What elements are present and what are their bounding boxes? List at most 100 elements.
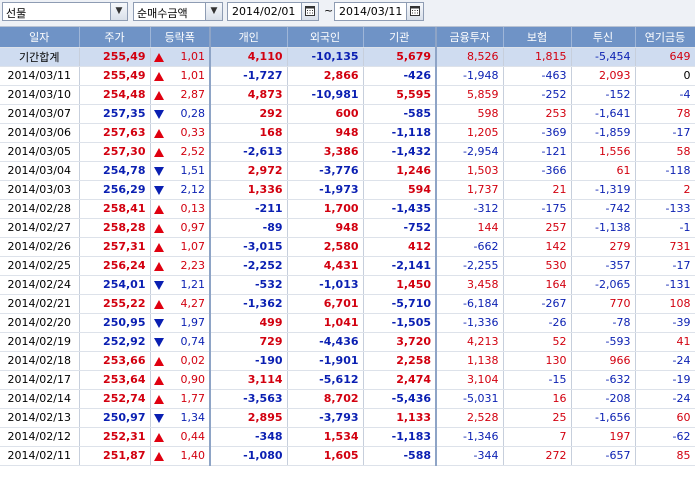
change-value: 1,07 <box>180 240 206 253</box>
change-value: 0,90 <box>180 373 206 386</box>
cell-price: 258,41 <box>79 199 151 219</box>
col-header-financial-investment[interactable]: 금융투자 <box>436 27 504 48</box>
cell-insurance: -252 <box>503 85 572 105</box>
table-row[interactable]: 2014/02/26 257,31 1,07 -3,015 2,580 412 -662 14… <box>0 237 695 257</box>
date-to-field[interactable]: 2014/03/11 <box>334 2 424 21</box>
date-from-field[interactable]: 2014/02/01 <box>227 2 319 21</box>
col-header-individual[interactable]: 개인 <box>210 27 288 48</box>
table-row[interactable]: 2014/02/12 252,31 0,44 -348 1,534 -1,183 -1,34… <box>0 427 695 447</box>
col-header-insurance[interactable]: 보험 <box>503 27 572 48</box>
down-triangle-icon <box>153 337 164 347</box>
col-header-foreign[interactable]: 외국인 <box>287 27 364 48</box>
table-row[interactable]: 2014/03/10 254,48 2,87 4,873 -10,981 5,595 5,8… <box>0 85 695 105</box>
cell-price: 250,95 <box>79 313 151 333</box>
metric-select[interactable]: 순매수금액 ▼ <box>133 2 223 21</box>
cell-change: 0,44 <box>150 427 211 447</box>
chevron-down-icon[interactable]: ▼ <box>110 3 127 20</box>
col-header-change[interactable]: 등락폭 <box>150 27 211 48</box>
down-triangle-icon <box>153 185 164 195</box>
cell-insurance: 530 <box>503 256 572 276</box>
cell-trust: -78 <box>571 313 636 333</box>
col-header-price[interactable]: 주가 <box>79 27 151 48</box>
calendar-icon[interactable] <box>301 3 318 20</box>
cell-trust: 2,093 <box>571 66 636 86</box>
cell-institution: -2,141 <box>363 256 437 276</box>
cell-date: 기간합계 <box>0 47 80 67</box>
table-row[interactable]: 2014/02/20 250,95 1,97 499 1,041 -1,505 -1,336… <box>0 313 695 333</box>
change-value: 2,23 <box>180 259 206 272</box>
cell-insurance: -267 <box>503 294 572 314</box>
table-row[interactable]: 2014/02/28 258,41 0,13 -211 1,700 -1,435 -312-… <box>0 199 695 219</box>
date-range-separator: ~ <box>324 4 334 17</box>
cell-foreign: 4,431 <box>287 256 364 276</box>
cell-price: 253,66 <box>79 351 151 371</box>
cell-financial-investment: -662 <box>436 237 504 257</box>
market-select[interactable]: 선물 ▼ <box>2 2 128 21</box>
cell-change: 0,02 <box>150 351 211 371</box>
cell-date: 2014/02/13 <box>0 408 80 428</box>
up-triangle-icon <box>153 356 164 366</box>
change-value: 0,13 <box>180 202 206 215</box>
table-row[interactable]: 2014/03/04 254,78 1,51 2,972 -3,776 1,246 1,50… <box>0 161 695 181</box>
table-row[interactable]: 2014/02/21 255,22 4,27 -1,362 6,701 -5,710 -6,… <box>0 294 695 314</box>
table-row[interactable]: 2014/02/24 254,01 1,21 -532 -1,013 1,450 3,458… <box>0 275 695 295</box>
cell-financial-investment: -344 <box>436 446 504 466</box>
table-row[interactable]: 2014/02/11 251,87 1,40 -1,080 1,605 -588 -344 2… <box>0 446 695 466</box>
cell-financial-investment: 8,526 <box>436 47 504 67</box>
down-triangle-icon <box>153 413 164 423</box>
table-row[interactable]: 2014/02/17 253,64 0,90 3,114 -5,612 2,474 3,10… <box>0 370 695 390</box>
table-row[interactable]: 2014/03/03 256,29 2,12 1,336 -1,973 594 1,737 2… <box>0 180 695 200</box>
table-row[interactable]: 2014/02/18 253,66 0,02 -190 -1,901 2,258 1,138… <box>0 351 695 371</box>
cell-insurance: 253 <box>503 104 572 124</box>
table-row[interactable]: 2014/02/13 250,97 1,34 2,895 -3,793 1,133 2,52… <box>0 408 695 428</box>
col-header-trust[interactable]: 투신 <box>571 27 636 48</box>
cell-financial-investment: 3,458 <box>436 275 504 295</box>
table-row[interactable]: 2014/03/05 257,30 2,52 -2,613 3,386 -1,432 -2,… <box>0 142 695 162</box>
cell-foreign: 3,386 <box>287 142 364 162</box>
cell-price: 255,49 <box>79 47 151 67</box>
cell-price: 254,01 <box>79 275 151 295</box>
table-row[interactable]: 2014/02/19 252,92 0,74 729 -4,436 3,720 4,213 5… <box>0 332 695 352</box>
cell-date: 2014/02/21 <box>0 294 80 314</box>
cell-financial-investment: -1,948 <box>436 66 504 86</box>
cell-date: 2014/02/28 <box>0 199 80 219</box>
cell-price: 257,35 <box>79 104 151 124</box>
cell-insurance: 52 <box>503 332 572 352</box>
change-value: 0,97 <box>180 221 206 234</box>
cell-insurance: 1,815 <box>503 47 572 67</box>
cell-pension: -133 <box>635 199 695 219</box>
cell-financial-investment: 598 <box>436 104 504 124</box>
col-header-pension[interactable]: 연기금등 <box>635 27 695 48</box>
cell-foreign: -10,981 <box>287 85 364 105</box>
cell-institution: 594 <box>363 180 437 200</box>
table-row[interactable]: 2014/03/06 257,63 0,33 168 948 -1,118 1,205 -36… <box>0 123 695 143</box>
cell-institution: 1,246 <box>363 161 437 181</box>
cell-institution: 2,258 <box>363 351 437 371</box>
cell-individual: -1,727 <box>210 66 288 86</box>
cell-institution: 2,474 <box>363 370 437 390</box>
table-row[interactable]: 2014/02/25 256,24 2,23 -2,252 4,431 -2,141 -2,… <box>0 256 695 276</box>
table-row[interactable]: 2014/03/11 255,49 1,01 -1,727 2,866 -426 -1,94… <box>0 66 695 86</box>
cell-trust: 61 <box>571 161 636 181</box>
calendar-icon[interactable] <box>406 3 423 20</box>
cell-individual: -532 <box>210 275 288 295</box>
table-row[interactable]: 2014/02/27 258,28 0,97 -89 948 -752 144 257 -1,1… <box>0 218 695 238</box>
cell-price: 257,31 <box>79 237 151 257</box>
total-row[interactable]: 기간합계 255,49 1,01 4,110 -10,135 5,679 8,526 1,81… <box>0 47 695 67</box>
cell-change: 1,21 <box>150 275 211 295</box>
table-row[interactable]: 2014/02/14 252,74 1,77 -3,563 8,702 -5,436 -5,… <box>0 389 695 409</box>
cell-institution: -1,183 <box>363 427 437 447</box>
col-header-date[interactable]: 일자 <box>0 27 80 48</box>
chevron-down-icon[interactable]: ▼ <box>205 3 222 20</box>
change-value: 2,52 <box>180 145 206 158</box>
cell-foreign: -5,612 <box>287 370 364 390</box>
cell-date: 2014/02/20 <box>0 313 80 333</box>
cell-date: 2014/02/14 <box>0 389 80 409</box>
cell-foreign: 1,534 <box>287 427 364 447</box>
cell-insurance: -463 <box>503 66 572 86</box>
cell-individual: 168 <box>210 123 288 143</box>
cell-price: 257,30 <box>79 142 151 162</box>
table-row[interactable]: 2014/03/07 257,35 0,28 292 600 -585 598 253 -1,6… <box>0 104 695 124</box>
cell-price: 252,31 <box>79 427 151 447</box>
col-header-institution[interactable]: 기관 <box>363 27 437 48</box>
